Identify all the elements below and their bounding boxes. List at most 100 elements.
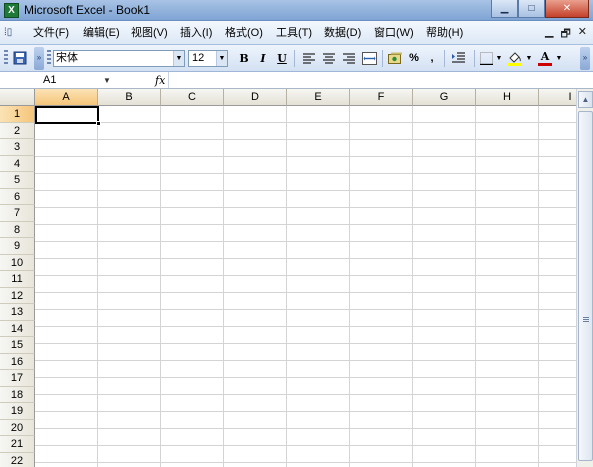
minimize-button[interactable]: ▁ bbox=[491, 0, 518, 18]
align-left-icon[interactable] bbox=[300, 49, 318, 67]
scroll-up-icon[interactable]: ▲ bbox=[578, 91, 593, 108]
toolbar-options-chevron-icon[interactable]: » bbox=[34, 47, 44, 70]
menu-bar: ⁞▯ 文件(F) 编辑(E) 视图(V) 插入(I) 格式(O) 工具(T) 数据(D) 窗口… bbox=[0, 21, 593, 45]
excel-app-icon: X bbox=[4, 3, 19, 18]
formula-input[interactable] bbox=[168, 72, 593, 88]
save-icon[interactable] bbox=[11, 49, 29, 67]
toolbar-grip[interactable] bbox=[47, 50, 51, 66]
menu-item[interactable]: 帮助(H) bbox=[426, 25, 463, 41]
toolbar-separator bbox=[294, 50, 295, 67]
align-center-icon[interactable] bbox=[320, 49, 338, 67]
chevron-down-icon[interactable]: ▼ bbox=[555, 49, 563, 67]
row-header-17[interactable]: 17 bbox=[0, 370, 35, 387]
window-controls: ▁ □ ✕ bbox=[491, 0, 589, 18]
name-box[interactable]: A1 bbox=[5, 73, 115, 88]
toolbar-separator bbox=[382, 50, 383, 67]
chevron-down-icon[interactable]: ▼ bbox=[525, 49, 533, 67]
doc-close-icon[interactable]: ✕ bbox=[578, 25, 587, 44]
doc-restore-icon[interactable]: 🗗 bbox=[560, 25, 570, 44]
font-color-button[interactable]: A bbox=[536, 49, 554, 67]
row-header-7[interactable]: 7 bbox=[0, 205, 35, 222]
merge-center-icon[interactable] bbox=[360, 49, 378, 67]
row-header-8[interactable]: 8 bbox=[0, 221, 35, 238]
column-header-e[interactable]: E bbox=[287, 89, 350, 106]
font-color-swatch bbox=[538, 62, 552, 66]
row-header-16[interactable]: 16 bbox=[0, 353, 35, 370]
row-header-9[interactable]: 9 bbox=[0, 238, 35, 255]
select-all-corner[interactable] bbox=[0, 89, 35, 106]
toolbar-options-chevron-icon[interactable]: » bbox=[580, 47, 590, 70]
currency-icon[interactable] bbox=[386, 49, 404, 67]
title-bar: X Microsoft Excel - Book1 ▁ □ ✕ bbox=[0, 0, 593, 21]
cell-area[interactable] bbox=[35, 106, 576, 467]
underline-button[interactable]: U bbox=[274, 49, 290, 67]
menu-item[interactable]: 文件(F) bbox=[33, 25, 69, 41]
menu-item[interactable]: 数据(D) bbox=[324, 25, 361, 41]
font-name-combobox[interactable]: 宋体 ▼ bbox=[53, 50, 185, 67]
row-header-20[interactable]: 20 bbox=[0, 419, 35, 436]
column-header-c[interactable]: C bbox=[161, 89, 224, 106]
percent-button[interactable]: % bbox=[406, 49, 422, 67]
worksheet-grid: ABCDEFGHI 1 2 3 4 5 6 7 8 9 10 11 12 13 14 15 16 17 18 19 2… bbox=[0, 89, 576, 467]
row-header-6[interactable]: 6 bbox=[0, 188, 35, 205]
row-header-11[interactable]: 11 bbox=[0, 271, 35, 288]
comma-style-button[interactable]: , bbox=[426, 49, 438, 67]
row-header-13[interactable]: 13 bbox=[0, 304, 35, 321]
menu-item[interactable]: 工具(T) bbox=[276, 25, 312, 41]
column-header-h[interactable]: H bbox=[476, 89, 539, 106]
row-header-21[interactable]: 21 bbox=[0, 436, 35, 453]
row-header-18[interactable]: 18 bbox=[0, 386, 35, 403]
row-header-10[interactable]: 10 bbox=[0, 254, 35, 271]
font-size-value: 12 bbox=[192, 52, 205, 64]
row-header-3[interactable]: 3 bbox=[0, 139, 35, 156]
menu-item[interactable]: 格式(O) bbox=[225, 25, 263, 41]
chevron-down-icon[interactable]: ▼ bbox=[495, 49, 503, 67]
column-header-g[interactable]: G bbox=[413, 89, 476, 106]
menu-item[interactable]: 编辑(E) bbox=[83, 25, 120, 41]
row-header-22[interactable]: 22 bbox=[0, 452, 35, 467]
chevron-down-icon[interactable]: ▼ bbox=[173, 51, 184, 66]
fill-color-icon[interactable] bbox=[506, 49, 524, 67]
menu-item[interactable]: 窗口(W) bbox=[374, 25, 414, 41]
column-header-f[interactable]: F bbox=[350, 89, 413, 106]
align-right-icon[interactable] bbox=[340, 49, 358, 67]
column-header-d[interactable]: D bbox=[224, 89, 287, 106]
formatting-toolbar: » 宋体 ▼ 12 ▼ B I U % , ▼ ▼ A ▼ » bbox=[0, 45, 593, 72]
chevron-down-icon[interactable]: ▼ bbox=[103, 73, 111, 88]
row-header-14[interactable]: 14 bbox=[0, 320, 35, 337]
chevron-down-icon[interactable]: ▼ bbox=[216, 51, 227, 66]
row-header-2[interactable]: 2 bbox=[0, 122, 35, 139]
row-header-19[interactable]: 19 bbox=[0, 403, 35, 420]
column-header-i[interactable]: I bbox=[539, 89, 576, 106]
active-cell[interactable] bbox=[35, 106, 99, 124]
menu-item[interactable]: 插入(I) bbox=[180, 25, 212, 41]
menu-grip-icon[interactable]: ⁞▯ bbox=[4, 25, 18, 41]
scroll-thumb[interactable] bbox=[578, 111, 593, 461]
borders-icon[interactable] bbox=[478, 49, 494, 67]
maximize-button[interactable]: □ bbox=[518, 0, 545, 18]
vertical-scrollbar[interactable]: ▲ bbox=[576, 89, 593, 467]
toolbar-separator bbox=[444, 50, 445, 67]
toolbar-separator bbox=[474, 50, 475, 67]
row-header-1[interactable]: 1 bbox=[0, 106, 35, 123]
row-header-4[interactable]: 4 bbox=[0, 155, 35, 172]
bold-button[interactable]: B bbox=[236, 49, 252, 67]
row-header-15[interactable]: 15 bbox=[0, 337, 35, 354]
fx-icon[interactable]: fx bbox=[155, 73, 165, 88]
doc-minimize-icon[interactable]: ▁ bbox=[545, 25, 553, 44]
row-header-5[interactable]: 5 bbox=[0, 172, 35, 189]
row-header-12[interactable]: 12 bbox=[0, 287, 35, 304]
close-button[interactable]: ✕ bbox=[545, 0, 589, 18]
menu-item[interactable]: 视图(V) bbox=[131, 25, 168, 41]
window-title: Microsoft Excel - Book1 bbox=[24, 3, 151, 17]
font-size-combobox[interactable]: 12 ▼ bbox=[188, 50, 228, 67]
column-header-b[interactable]: B bbox=[98, 89, 161, 106]
fill-handle[interactable] bbox=[96, 121, 101, 126]
font-color-label: A bbox=[540, 49, 550, 63]
toolbar-grip[interactable] bbox=[4, 50, 8, 66]
column-header-a[interactable]: A bbox=[35, 89, 98, 106]
document-controls: ▁ 🗗 ✕ bbox=[545, 25, 587, 44]
italic-button[interactable]: I bbox=[255, 49, 271, 67]
font-name-value: 宋体 bbox=[56, 52, 78, 64]
indent-icon[interactable] bbox=[449, 49, 469, 67]
